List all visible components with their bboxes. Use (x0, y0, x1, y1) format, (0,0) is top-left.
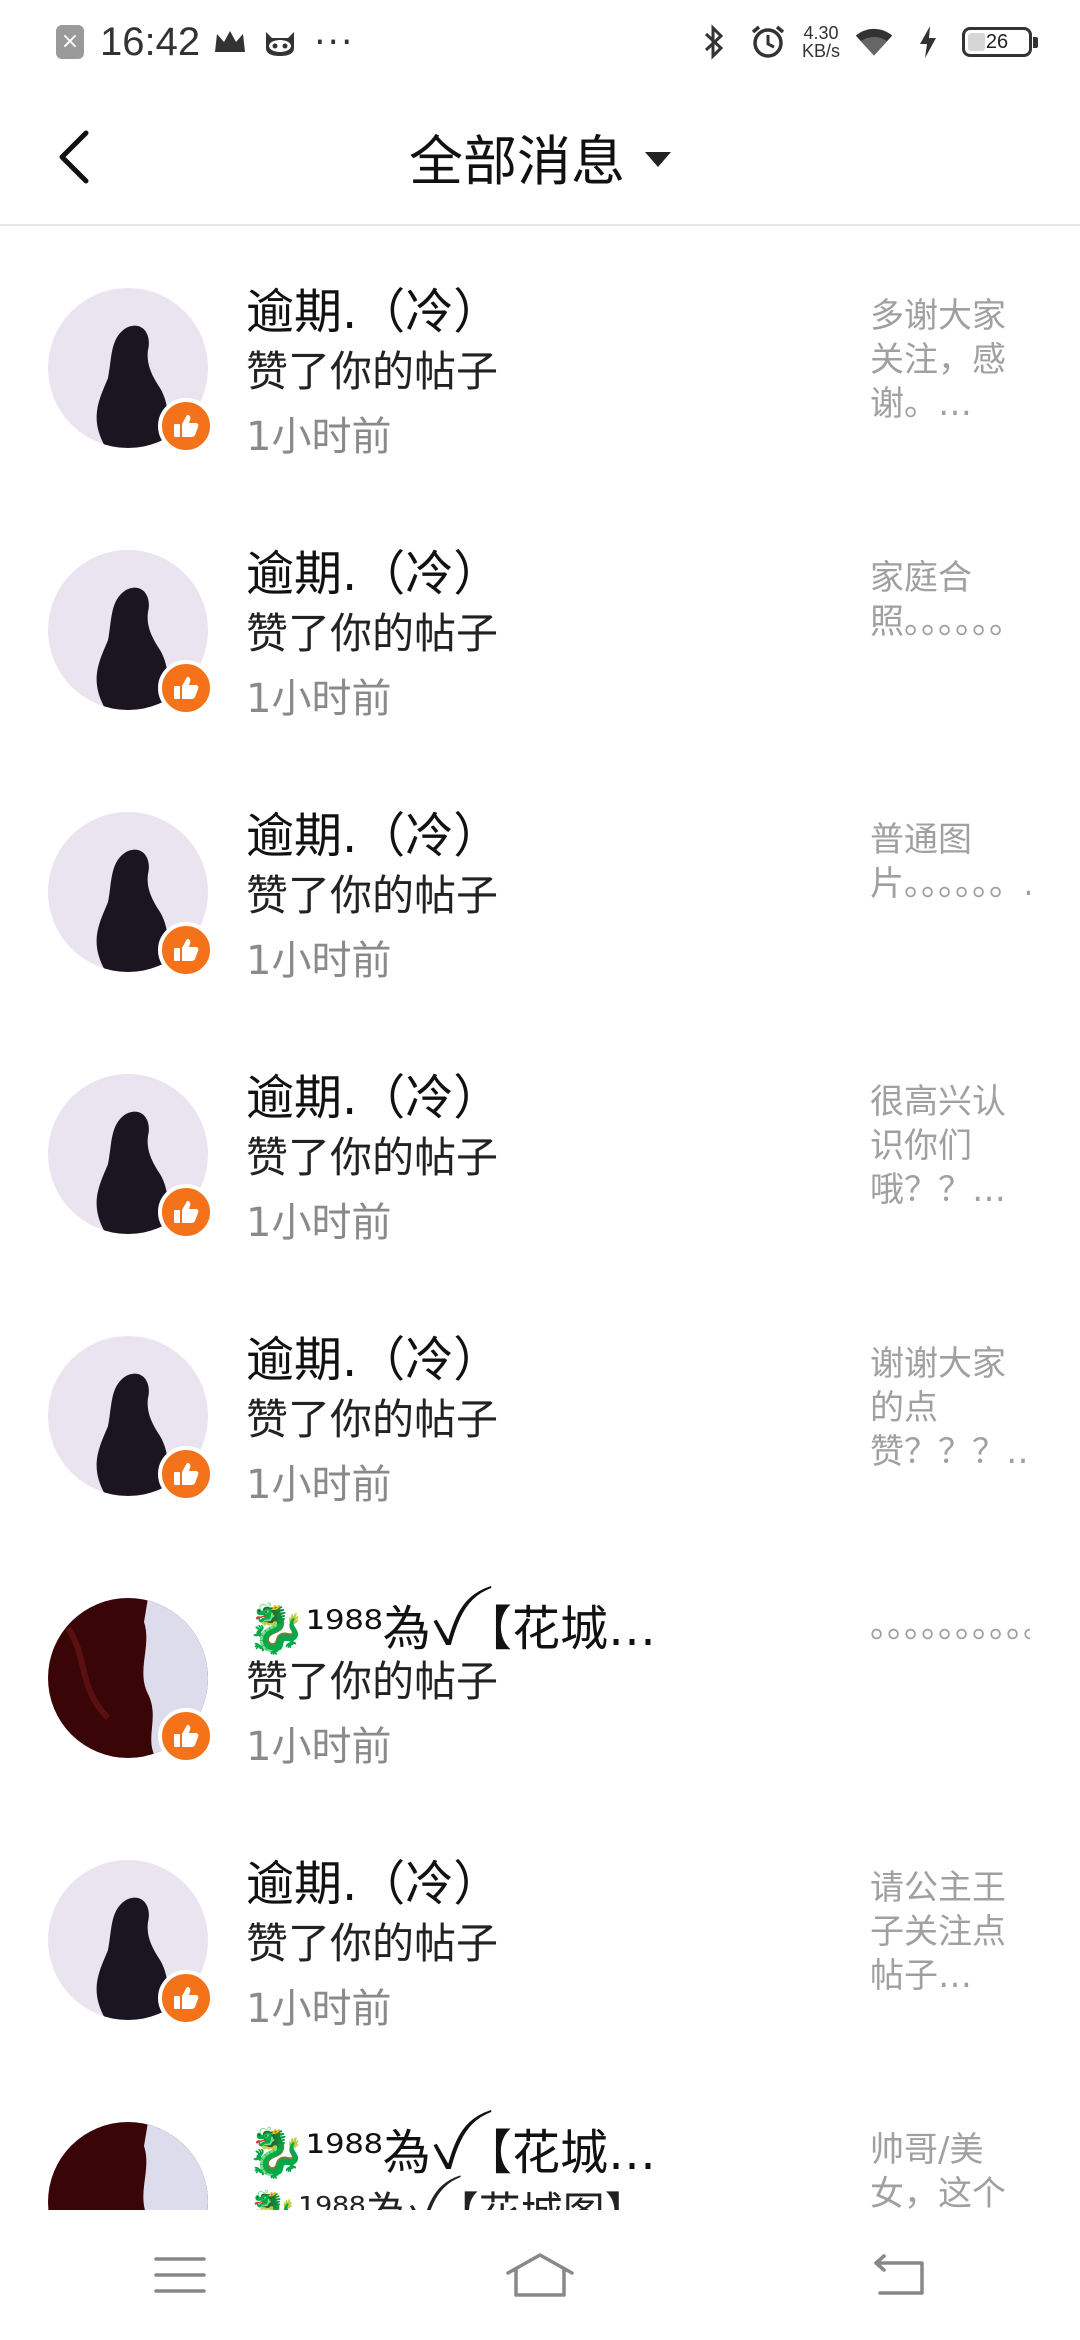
sender-name: 逾期.（冷） (246, 1856, 502, 1912)
like-badge (158, 1970, 214, 2026)
list-item[interactable]: 逾期.（冷） 赞了你的帖子 1小时前 请公主王子关注点帖子… (0, 1800, 1080, 2062)
page-title: 全部消息 (409, 129, 625, 193)
home-button[interactable] (480, 2235, 600, 2315)
like-badge (158, 660, 214, 716)
thumbs-up-icon (174, 1987, 199, 2009)
status-time: 16:42 (100, 19, 201, 64)
wifi-icon (854, 22, 894, 62)
back-nav-button[interactable] (840, 2235, 960, 2315)
list-item[interactable]: 逾期.（冷） 赞了你的帖子 1小时前 很高兴认识你们哦？？… (0, 1014, 1080, 1276)
thumbs-up-icon (174, 1725, 199, 1747)
battery-icon: 26 (962, 27, 1038, 57)
message-action: 赞了你的帖子 (246, 871, 499, 920)
status-bar-left: × 16:42 ··· (56, 16, 354, 68)
thumbs-up-icon (174, 415, 199, 437)
list-item[interactable]: 逾期.（冷） 赞了你的帖子 1小时前 多谢大家关注，感谢。… (0, 228, 1080, 490)
sender-name: 逾期.（冷） (246, 1332, 502, 1388)
menu-icon (154, 2257, 206, 2293)
cat-face-icon (260, 22, 300, 62)
post-preview[interactable]: 。。。。。。。。。。… (870, 1604, 1030, 1648)
sender-name: 逾期.（冷） (246, 1070, 502, 1126)
more-notifications: ··· (314, 21, 355, 63)
sender-name: 逾期.（冷） (246, 808, 502, 864)
message-time: 1小时前 (246, 1462, 392, 1508)
battery-level: 26 (985, 31, 1009, 53)
like-badge (158, 1708, 214, 1764)
alarm-icon (748, 22, 788, 62)
list-item[interactable]: 逾期.（冷） 赞了你的帖子 1小时前 谢谢大家的点赞？？？… (0, 1276, 1080, 1538)
caret-down-icon (645, 151, 671, 167)
post-preview[interactable]: 请公主王子关注点帖子… (870, 1866, 1030, 1998)
network-speed-unit: KB/s (801, 41, 840, 61)
list-item[interactable]: 🐉¹⁹⁸⁸為ꪜ【花城… 赞了你的帖子 1小时前 。。。。。。。。。。… (0, 1538, 1080, 1800)
thumbs-up-icon (174, 939, 199, 961)
message-list[interactable]: 逾期.（冷） 赞了你的帖子 1小时前 多谢大家关注，感谢。… 逾期.（冷） 赞了… (0, 228, 1080, 2228)
post-preview[interactable]: 帅哥/美女，这个 (870, 2128, 1030, 2216)
thumbs-up-icon (174, 677, 199, 699)
menu-button[interactable] (120, 2235, 240, 2315)
like-badge (158, 398, 214, 454)
message-filter-dropdown[interactable]: 全部消息 (0, 116, 1080, 196)
like-badge (158, 922, 214, 978)
message-action: 赞了你的帖子 (246, 1133, 499, 1182)
post-preview[interactable]: 谢谢大家的点赞？？？… (870, 1342, 1030, 1474)
post-preview[interactable]: 家庭合照。。。。。。 (870, 556, 1030, 644)
message-time: 1小时前 (246, 938, 392, 984)
thumbs-up-icon (174, 1463, 199, 1485)
back-icon (874, 2254, 924, 2295)
list-item[interactable]: 逾期.（冷） 赞了你的帖子 1小时前 家庭合照。。。。。。 (0, 490, 1080, 752)
thumbs-up-icon (174, 1201, 199, 1223)
bluetooth-icon (694, 22, 734, 62)
list-item[interactable]: 逾期.（冷） 赞了你的帖子 1小时前 普通图片。。。。。。… (0, 752, 1080, 1014)
network-speed: 4.30 KB/s (802, 24, 840, 60)
message-time: 1小时前 (246, 676, 392, 722)
crown-icon (210, 22, 250, 62)
system-nav-bar (0, 2210, 1080, 2340)
sender-name: 逾期.（冷） (246, 546, 502, 602)
message-time: 1小时前 (246, 1200, 392, 1246)
post-preview[interactable]: 多谢大家关注，感谢。… (870, 294, 1030, 426)
status-bar-right: 4.30 KB/s 26 (694, 16, 1038, 68)
status-bar: × 16:42 ··· 4.30 KB/s 26 (0, 0, 1080, 86)
like-badge (158, 1446, 214, 1502)
message-time: 1小时前 (246, 1724, 392, 1770)
header: 全部消息 (0, 86, 1080, 226)
message-action: 赞了你的帖子 (246, 347, 499, 396)
message-action: 赞了你的帖子 (246, 1919, 499, 1968)
message-action: 赞了你的帖子 (246, 609, 499, 658)
sender-name: 逾期.（冷） (246, 284, 502, 340)
home-icon (506, 2253, 574, 2297)
close-notification-icon: × (56, 25, 84, 59)
charging-icon (908, 22, 948, 62)
post-preview[interactable]: 很高兴认识你们哦？？… (870, 1080, 1030, 1212)
message-action: 赞了你的帖子 (246, 1395, 499, 1444)
message-time: 1小时前 (246, 1986, 392, 2032)
network-speed-value: 4.30 (803, 23, 839, 43)
post-preview[interactable]: 普通图片。。。。。。… (870, 818, 1030, 906)
like-badge (158, 1184, 214, 1240)
message-action: 赞了你的帖子 (246, 1657, 499, 1706)
message-time: 1小时前 (246, 414, 392, 460)
list-item[interactable]: 🐉¹⁹⁸⁸為ꪜ【花城… 🐉¹⁹⁸⁸為ꪜ【花城图】… 帅哥/美女，这个 (0, 2062, 1080, 2228)
